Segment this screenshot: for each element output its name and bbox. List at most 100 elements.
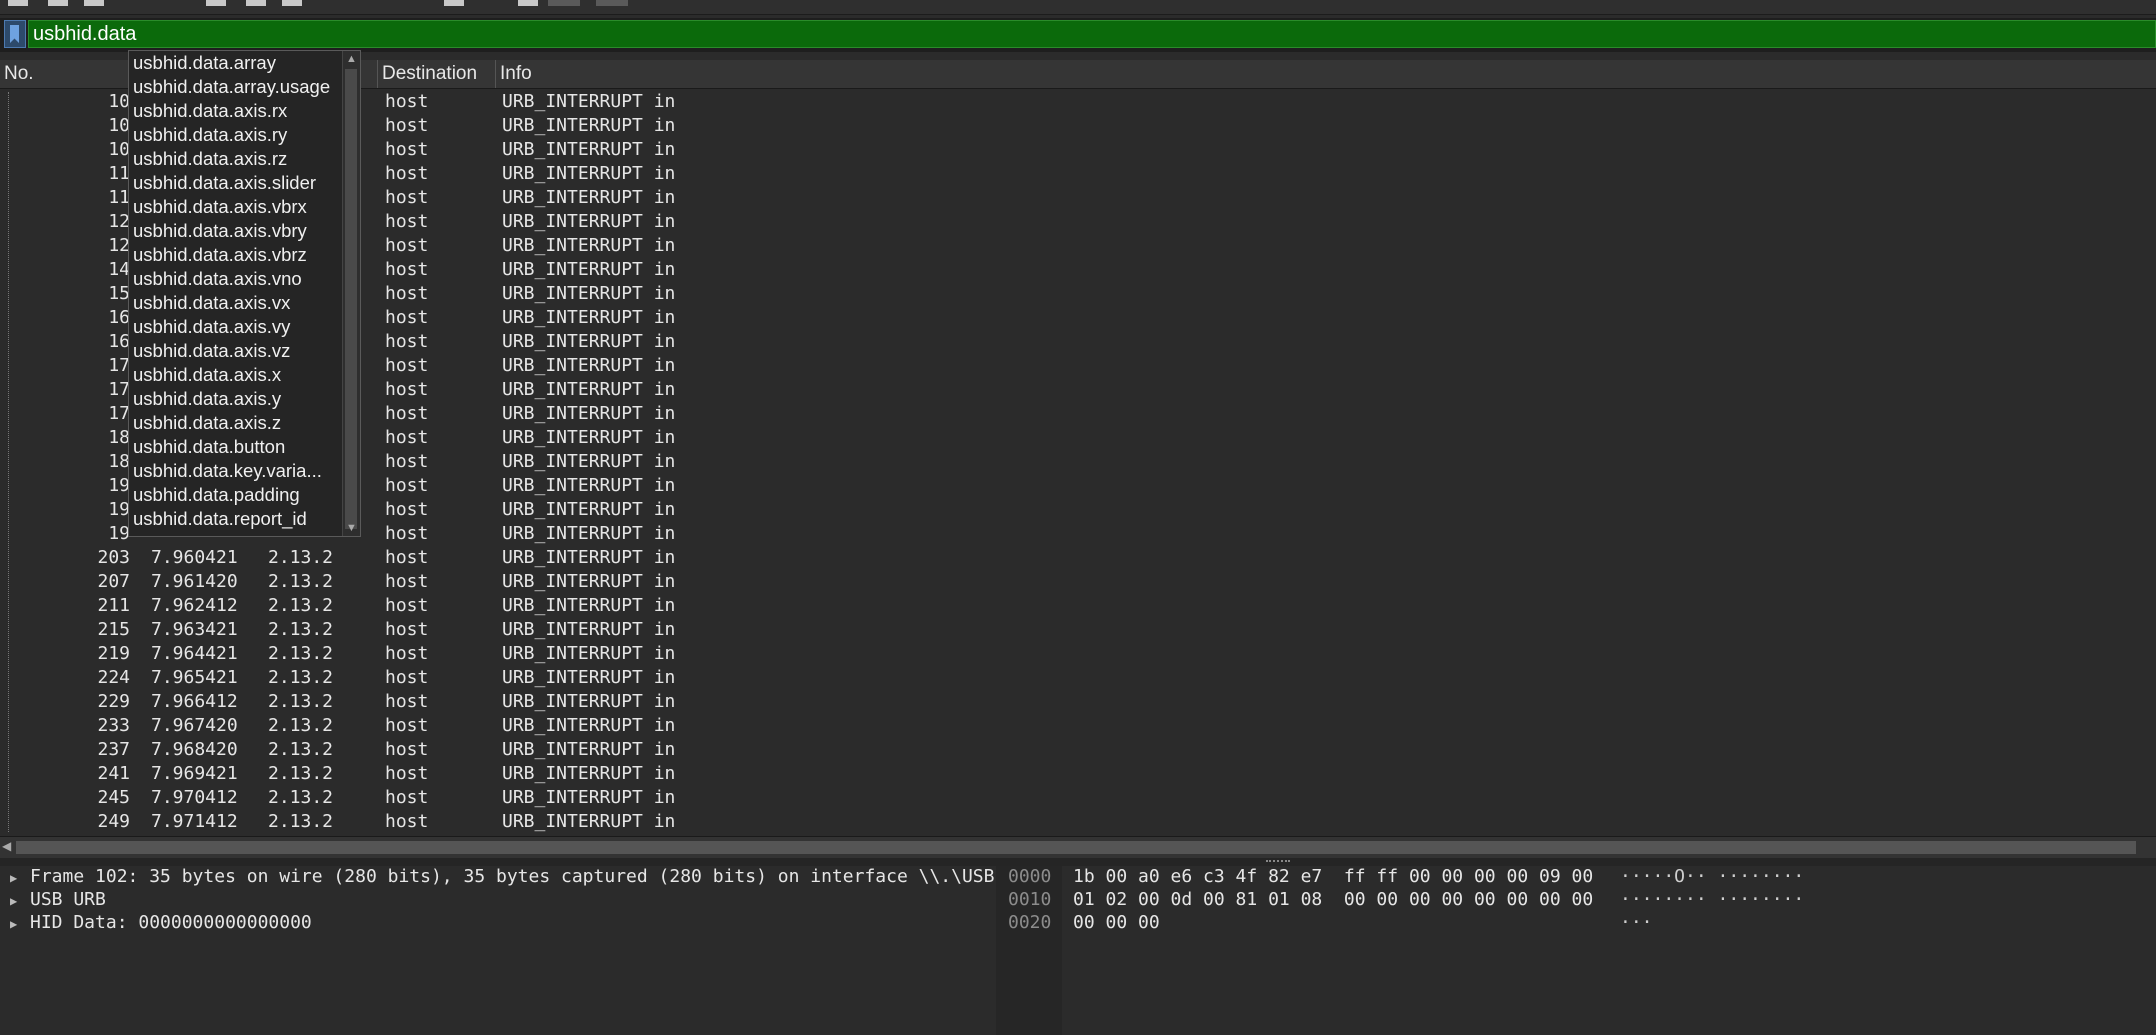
completer-item[interactable]: usbhid.data.axis.vx (133, 291, 343, 315)
completer-item[interactable]: usbhid.data.array.usage (133, 75, 343, 99)
packet-row[interactable]: 224 7.965421 2.13.2 host URB_INTERRUPT in (0, 666, 2156, 690)
bookmark-icon[interactable] (4, 20, 26, 48)
completer-item[interactable]: usbhid.data.padding (133, 483, 343, 507)
completer-item[interactable]: usbhid.data.axis.vbrz (133, 243, 343, 267)
detail-row-usb-urb[interactable]: ▶ USB URB (10, 889, 106, 913)
pane-splitter[interactable] (0, 858, 2156, 866)
packet-src: 2.13.2 (268, 547, 334, 568)
packet-row[interactable]: 241 7.969421 2.13.2 host URB_INTERRUPT in (0, 762, 2156, 786)
packet-no: 16 (108, 307, 130, 328)
detail-text: HID Data: 0000000000000000 (30, 912, 312, 933)
packet-no: 10 (108, 115, 130, 136)
splitter-grip-icon[interactable] (1266, 860, 1290, 865)
completer-item[interactable]: usbhid.data.axis.x (133, 363, 343, 387)
packet-src: 2.13.2 (268, 571, 334, 592)
toolbar-icon[interactable] (596, 0, 628, 6)
toolbar-icon[interactable] (206, 0, 226, 6)
bytes-hex[interactable]: 01 02 00 0d 00 81 01 08 00 00 00 00 00 0… (1073, 889, 1593, 910)
packet-row[interactable]: 215 7.963421 2.13.2 host URB_INTERRUPT in (0, 618, 2156, 642)
packet-row[interactable]: 211 7.962412 2.13.2 host URB_INTERRUPT in (0, 594, 2156, 618)
expand-arrow-icon[interactable]: ▶ (10, 871, 30, 885)
detail-row-frame[interactable]: ▶ Frame 102: 35 bytes on wire (280 bits),… (10, 866, 1005, 890)
packet-dst: host (385, 331, 429, 352)
packet-no: 17 (108, 355, 130, 376)
packet-src: 2.13.2 (268, 691, 334, 712)
toolbar-icon[interactable] (246, 0, 266, 6)
packet-no: 19 (108, 523, 130, 544)
bytes-ascii[interactable]: ··· (1620, 912, 1653, 933)
packet-time: 7.964421 (151, 643, 238, 664)
packet-list-hscrollbar[interactable]: ◀ (0, 836, 2156, 859)
packet-dst: host (385, 739, 429, 760)
bytes-hex[interactable]: 1b 00 a0 e6 c3 4f 82 e7 ff ff 00 00 00 0… (1073, 866, 1593, 887)
toolbar-icon[interactable] (282, 0, 302, 6)
detail-row-hid-data[interactable]: ▶ HID Data: 0000000000000000 (10, 912, 312, 936)
completer-item[interactable]: usbhid.data.array (133, 51, 343, 75)
completer-scroll-thumb[interactable] (345, 69, 357, 529)
packet-row[interactable]: 203 7.960421 2.13.2 host URB_INTERRUPT in (0, 546, 2156, 570)
packet-row[interactable]: 245 7.970412 2.13.2 host URB_INTERRUPT in (0, 786, 2156, 810)
completer-item[interactable]: usbhid.data.axis.vno (133, 267, 343, 291)
column-header-destination[interactable]: Destination (378, 60, 496, 88)
scroll-up-icon[interactable]: ▲ (343, 51, 360, 67)
packet-dst: host (385, 667, 429, 688)
packet-row[interactable]: 249 7.971412 2.13.2 host URB_INTERRUPT in (0, 810, 2156, 834)
expand-arrow-icon[interactable]: ▶ (10, 894, 30, 908)
packet-no: 19 (108, 499, 130, 520)
bytes-ascii[interactable]: ········ ········ (1620, 889, 1804, 910)
column-header-no[interactable]: No. (0, 60, 130, 88)
hscroll-thumb[interactable] (16, 841, 2136, 854)
packet-row[interactable]: 229 7.966412 2.13.2 host URB_INTERRUPT in (0, 690, 2156, 714)
completer-item[interactable]: usbhid.data.axis.rz (133, 147, 343, 171)
packet-bytes-pane[interactable]: 0000 0010 0020 1b 00 a0 e6 c3 4f 82 e7 f… (996, 866, 2156, 1035)
packet-time: 7.965421 (151, 667, 238, 688)
column-header-info[interactable]: Info (496, 60, 2156, 88)
packet-info: URB_INTERRUPT in (502, 547, 676, 568)
bytes-hex[interactable]: 00 00 00 (1073, 912, 1160, 933)
toolbar-icon[interactable] (444, 0, 464, 6)
packet-row[interactable]: 207 7.961420 2.13.2 host URB_INTERRUPT in (0, 570, 2156, 594)
toolbar-icon[interactable] (84, 0, 104, 6)
scroll-down-icon[interactable]: ▼ (343, 520, 360, 536)
toolbar-icon[interactable] (48, 0, 68, 6)
packet-time: 7.970412 (151, 787, 238, 808)
completer-item[interactable]: usbhid.data.axis.z (133, 411, 343, 435)
toolbar-icon[interactable] (518, 0, 538, 6)
completer-item[interactable]: usbhid.data.axis.vz (133, 339, 343, 363)
packet-no: 11 (108, 163, 130, 184)
packet-row[interactable]: 219 7.964421 2.13.2 host URB_INTERRUPT in (0, 642, 2156, 666)
completer-item[interactable]: usbhid.data.report_id (133, 507, 343, 531)
packet-no: 224 (97, 667, 130, 688)
completer-item[interactable]: usbhid.data.axis.rx (133, 99, 343, 123)
packet-row[interactable]: 237 7.968420 2.13.2 host URB_INTERRUPT in (0, 738, 2156, 762)
packet-no: 17 (108, 403, 130, 424)
completer-item[interactable]: usbhid.data.key.varia... (133, 459, 343, 483)
packet-info: URB_INTERRUPT in (502, 211, 676, 232)
completer-item[interactable]: usbhid.data.axis.vbrx (133, 195, 343, 219)
packet-time: 7.967420 (151, 715, 238, 736)
completer-scrollbar[interactable]: ▲ ▼ (342, 51, 360, 536)
completer-item[interactable]: usbhid.data.axis.ry (133, 123, 343, 147)
filter-autocomplete-list[interactable]: usbhid.data.array usbhid.data.array.usage… (128, 50, 361, 537)
toolbar-icon[interactable] (548, 0, 580, 6)
display-filter-input[interactable]: usbhid.data (28, 20, 2156, 48)
completer-item[interactable]: usbhid.data.axis.vy (133, 315, 343, 339)
scroll-left-icon[interactable]: ◀ (2, 839, 11, 853)
packet-dst: host (385, 163, 429, 184)
packet-details-pane[interactable]: ▶ Frame 102: 35 bytes on wire (280 bits),… (0, 866, 1005, 1035)
packet-info: URB_INTERRUPT in (502, 643, 676, 664)
bytes-ascii[interactable]: ·····O·· ········ (1620, 866, 1804, 887)
packet-dst: host (385, 283, 429, 304)
completer-item[interactable]: usbhid.data.axis.slider (133, 171, 343, 195)
completer-item[interactable]: usbhid.data.axis.vbry (133, 219, 343, 243)
expand-arrow-icon[interactable]: ▶ (10, 917, 30, 931)
completer-item[interactable]: usbhid.data.axis.y (133, 387, 343, 411)
packet-no: 14 (108, 259, 130, 280)
toolbar-icon[interactable] (8, 0, 28, 6)
completer-item[interactable]: usbhid.data.button (133, 435, 343, 459)
packet-dst: host (385, 787, 429, 808)
packet-src: 2.13.2 (268, 643, 334, 664)
packet-row[interactable]: 233 7.967420 2.13.2 host URB_INTERRUPT in (0, 714, 2156, 738)
packet-info: URB_INTERRUPT in (502, 499, 676, 520)
packet-src: 2.13.2 (268, 739, 334, 760)
